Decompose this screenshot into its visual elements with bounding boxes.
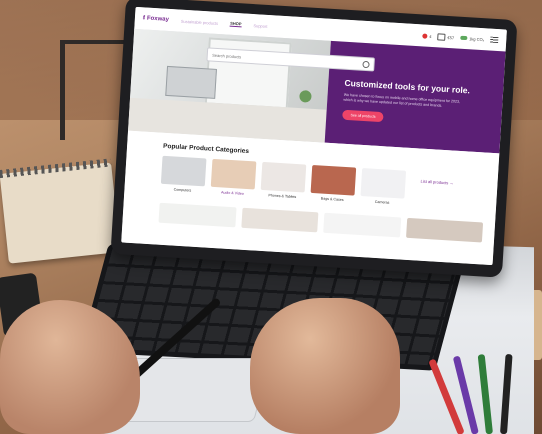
site-logo-text: Foxway xyxy=(146,15,170,23)
cart-total: €57 xyxy=(447,34,455,40)
notifications-button[interactable]: 4 xyxy=(422,32,432,39)
nav-shop[interactable]: SHOP xyxy=(229,20,242,28)
car-icon xyxy=(422,32,428,39)
cloud-icon xyxy=(460,35,468,41)
hamburger-menu-icon[interactable] xyxy=(490,36,499,44)
product-tiles-row xyxy=(158,202,484,243)
category-image[interactable] xyxy=(160,155,207,187)
co2-indicator[interactable]: 1kg CO₂ xyxy=(460,35,485,42)
cart-icon xyxy=(437,32,446,41)
category-phones-tablets[interactable]: Phones & Tablets xyxy=(260,161,307,200)
spiral-notebook xyxy=(0,158,121,264)
category-image[interactable] xyxy=(260,161,307,193)
category-computers[interactable]: Computers xyxy=(160,155,207,194)
laptop-lid: ᵮ Foxway Sustainable products SHOP Suppo… xyxy=(110,0,518,278)
site-logo[interactable]: ᵮ Foxway xyxy=(143,15,169,23)
product-tile[interactable] xyxy=(240,207,319,233)
black-pen xyxy=(500,353,513,434)
category-cameras[interactable]: Cameras xyxy=(360,168,407,206)
category-bags-cases[interactable]: Bags & Cases xyxy=(310,164,357,203)
category-label[interactable]: Computers xyxy=(160,187,204,194)
product-tile[interactable] xyxy=(405,217,484,243)
category-image[interactable] xyxy=(360,168,407,199)
hero-description: We have chosen to focus on mobile and ho… xyxy=(343,92,461,108)
laptop-screen: ᵮ Foxway Sustainable products SHOP Suppo… xyxy=(121,6,507,266)
notification-count: 4 xyxy=(429,33,432,39)
category-image[interactable] xyxy=(310,164,357,196)
category-label[interactable]: Cameras xyxy=(360,199,404,206)
product-tile[interactable] xyxy=(323,212,401,238)
search-icon[interactable] xyxy=(362,60,370,68)
hero-laptop xyxy=(165,65,217,100)
pen-cup xyxy=(428,352,528,434)
right-hand xyxy=(250,298,400,434)
categories-section: Popular Product Categories List all prod… xyxy=(121,130,500,266)
header-actions: 4 €57 1kg CO₂ xyxy=(422,32,499,44)
photo-scene: ᵮ Foxway Sustainable products SHOP Suppo… xyxy=(0,0,542,434)
green-pen xyxy=(477,354,493,434)
product-tile[interactable] xyxy=(158,202,237,228)
category-label[interactable]: Bags & Cases xyxy=(310,196,354,203)
desk-toy-frame xyxy=(60,40,65,140)
category-audio-video[interactable]: Audio & Video xyxy=(210,158,257,197)
cart-button[interactable]: €57 xyxy=(437,32,455,41)
category-label[interactable]: Audio & Video xyxy=(210,190,254,197)
hero-office-image xyxy=(128,28,332,143)
nav-support[interactable]: Support xyxy=(253,23,267,29)
fox-logo-icon: ᵮ xyxy=(142,15,146,22)
co2-value: 1kg CO₂ xyxy=(469,35,485,42)
category-label[interactable]: Phones & Tablets xyxy=(260,193,304,200)
nav-sustainable[interactable]: Sustainable products xyxy=(181,18,219,25)
category-image[interactable] xyxy=(210,158,257,190)
see-all-products-button[interactable]: See all products xyxy=(342,109,384,123)
hero-plant xyxy=(299,90,313,103)
